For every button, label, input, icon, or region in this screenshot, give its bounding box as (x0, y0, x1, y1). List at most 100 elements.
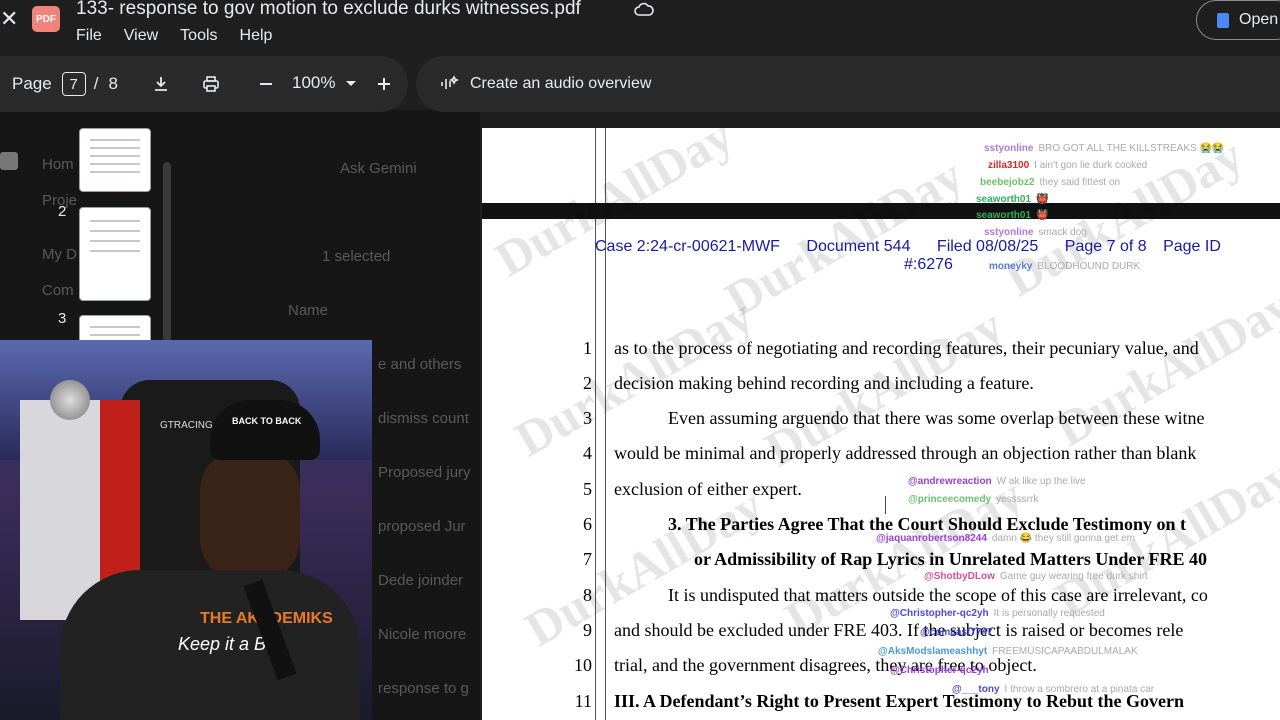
page-number-input[interactable]: 7 (61, 72, 86, 96)
chat-message: zilla3100 I ain't gon lie durk cooked (988, 160, 1148, 171)
drive-file-6: Nicole moore (378, 626, 467, 643)
chat-message: @princeecomedy yessssrrk (908, 494, 1039, 505)
drive-file-7: response to g (378, 680, 469, 697)
thumbnail-number-3: 3 (58, 310, 67, 327)
line-number: 11 (574, 691, 592, 711)
selected-count: 1 selected (322, 248, 391, 265)
drive-nav-computers: Com (42, 282, 74, 299)
chat-message: beebejobz2 they said fittest on (980, 177, 1121, 188)
page-total: 8 (108, 74, 118, 93)
menu-help[interactable]: Help (240, 27, 273, 45)
document-line: Even assuming arguendo that there was so… (668, 408, 1205, 428)
chat-message: sstyonline BRO GOT ALL THE KILLSTREAKS 😭😭 (984, 143, 1225, 154)
watermark: DurkAllDay (715, 146, 973, 328)
viewer-header: ✕ PDF 133- response to gov motion to exc… (0, 0, 1280, 56)
drive-file-4: proposed Jur (378, 518, 466, 535)
thumbnail-page-1[interactable] (79, 128, 151, 192)
thumbnail-number-2: 2 (58, 203, 67, 220)
line-number: 3 (583, 408, 592, 428)
pdf-page: DurkAllDay DurkAllDay DurkAllDay DurkAll… (482, 128, 1280, 720)
chat-message: @Christopher-qc2yh (890, 665, 989, 676)
person-face (200, 450, 300, 580)
webcam-overlay: GTRACING BACK TO BACK THE AKADEMIKS Keep… (0, 340, 372, 720)
page-break-strip (482, 203, 1280, 219)
download-icon[interactable] (149, 72, 173, 96)
document-line: decision making behind recording and inc… (614, 373, 1034, 393)
print-icon[interactable] (199, 72, 223, 96)
drive-file-1: e and others (378, 356, 462, 373)
chat-message: @AksModslameashhyt FREEMUSICAPAABDULMALAK (878, 646, 1138, 657)
chat-message: seaworth01 👹 (976, 210, 1049, 221)
thumbnail-scrollbar[interactable] (163, 162, 171, 342)
thumbnail-page-2[interactable] (79, 207, 151, 301)
chat-message: @andrewreaction W ak like up the live (908, 476, 1086, 487)
cap-text: BACK TO BACK (232, 416, 302, 426)
page-of: Page 7 of 8 (1064, 238, 1147, 255)
chat-message: @Christopher-qc2yh It is personally reque… (890, 608, 1105, 619)
page-label: Page (12, 74, 52, 93)
zoom-out-icon[interactable] (254, 72, 278, 96)
line-number: 10 (574, 655, 592, 675)
line-number: 8 (583, 585, 592, 605)
line-number: 7 (583, 549, 592, 569)
menu-bar: File View Tools Help (76, 27, 272, 45)
zoom-level[interactable]: 100% (292, 73, 335, 93)
line-number: 4 (583, 443, 592, 463)
page-id-number: #:6276 (904, 256, 953, 273)
chat-message: @___tony I throw a sombrero at a pinata c… (952, 684, 1155, 695)
chat-message: @jaquanrobertson8244 damn 😂 they still go… (876, 533, 1135, 544)
line-number: 1 (583, 338, 592, 358)
cap (210, 400, 320, 460)
case-number: Case 2:24-cr-00621-MWF (595, 238, 780, 255)
document-number: Document 544 (806, 238, 911, 255)
zoom-in-icon[interactable] (372, 72, 396, 96)
page-id-label: Page ID (1163, 238, 1221, 255)
pdf-toolbar: Page 7 / 8 100% (0, 56, 408, 112)
chat-message: moneyky BLOODHOUND DURK (989, 261, 1141, 272)
open-label: Open (1239, 11, 1279, 28)
drive-nav-home: Hom (42, 156, 74, 173)
drive-file-2: dismiss count (378, 410, 469, 427)
menu-file[interactable]: File (76, 27, 102, 45)
zoom-dropdown-icon[interactable] (339, 72, 363, 96)
line-number: 9 (583, 620, 592, 640)
filed-date: Filed 08/08/25 (936, 238, 1039, 255)
document-line: as to the process of negotiating and rec… (614, 338, 1199, 358)
chair-brand: GTRACING (160, 420, 213, 431)
document-line: exclusion of either expert. (614, 479, 802, 499)
line-number: 5 (583, 479, 592, 499)
pdf-file-icon: PDF (32, 6, 60, 32)
page-separator: / (93, 74, 99, 93)
watermark: DurkAllDay (1045, 276, 1280, 458)
text-cursor (885, 496, 886, 514)
ask-gemini-label: Ask Gemini (340, 160, 417, 177)
name-column-header: Name (288, 302, 329, 319)
audio-overview-bar: Create an audio overview (416, 56, 1280, 112)
drive-nav-mydrive: My D (42, 246, 77, 263)
audio-sparkle-icon (441, 75, 459, 89)
chat-message: seaworth01 👹 (976, 194, 1049, 205)
section-heading: or Admissibility of Rap Lyrics in Unrela… (694, 549, 1207, 569)
close-icon[interactable]: ✕ (0, 6, 18, 32)
document-line: It is undisputed that matters outside th… (668, 585, 1208, 605)
disco-ball (50, 380, 90, 420)
open-with-button[interactable]: Open (1196, 0, 1280, 40)
menu-view[interactable]: View (124, 27, 158, 45)
drive-file-5: Dede joinder (378, 572, 464, 589)
docs-icon (1217, 12, 1229, 28)
chat-message: @comcast7747 (920, 627, 993, 638)
cloud-save-icon[interactable] (634, 0, 654, 20)
audio-overview-button[interactable]: Create an audio overview (470, 75, 651, 93)
line-number: 6 (583, 514, 592, 534)
section-heading: 3. The Parties Agree That the Court Shou… (668, 514, 1187, 534)
drive-file-3: Proposed jury (378, 464, 471, 481)
case-header: Case 2:24-cr-00621-MWF Document 544 File… (595, 238, 1221, 256)
line-number: 2 (583, 373, 592, 393)
chat-message: sstyonline smack dog (984, 227, 1087, 238)
document-title: 133- response to gov motion to exclude d… (76, 0, 581, 19)
image-icon (0, 152, 18, 170)
document-line: would be minimal and properly addressed … (614, 443, 1197, 463)
chat-message: @ShotbyDLow Game guy wearing free durk sh… (924, 571, 1148, 582)
menu-tools[interactable]: Tools (180, 27, 217, 45)
document-line: and should be excluded under FRE 403. If… (614, 620, 1184, 640)
